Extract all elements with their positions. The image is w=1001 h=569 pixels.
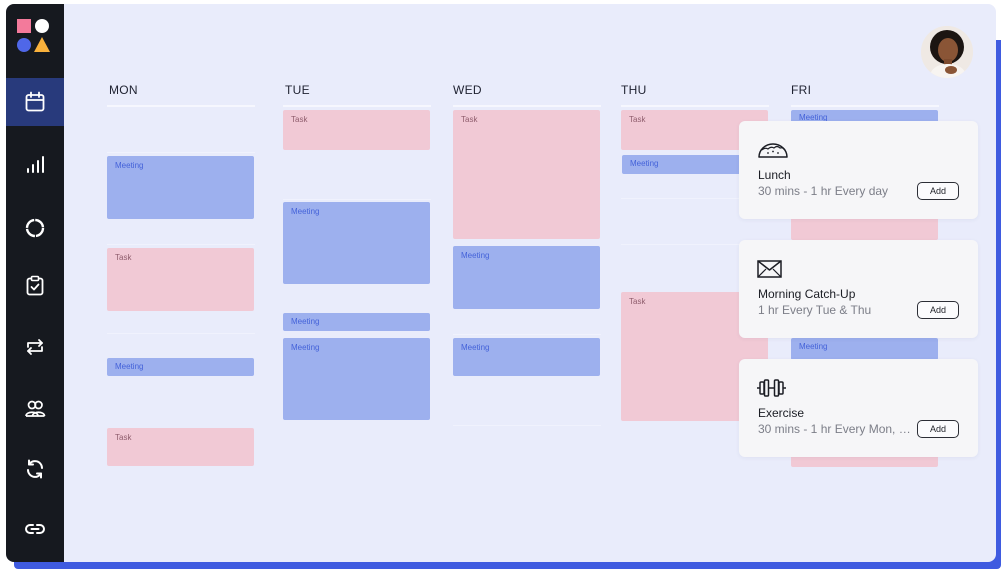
add-habit-button[interactable]: Add [917, 182, 959, 200]
divider [283, 199, 431, 200]
sidebar-item-tasks[interactable] [6, 262, 64, 310]
divider [283, 105, 431, 107]
calendar-event-task[interactable]: Task [283, 110, 430, 150]
day-header-wed: WED [453, 83, 482, 97]
calendar-event-task[interactable]: Task [453, 110, 600, 239]
calendar-event-task[interactable]: Task [107, 248, 254, 311]
app-logo [6, 4, 64, 76]
calendar-event-meeting[interactable]: Meeting [107, 358, 254, 376]
divider [791, 105, 939, 107]
divider [453, 105, 601, 107]
habit-card-morning-catch-up: Morning Catch-Up 1 hr Every Tue & Thu Ad… [739, 240, 978, 338]
habit-schedule: 30 mins - 1 hr Every day [758, 184, 889, 198]
divider [453, 334, 601, 335]
calendar-event-meeting[interactable]: Meeting [453, 338, 600, 376]
sidebar-item-reports[interactable] [6, 204, 64, 252]
day-header-thu: THU [621, 83, 647, 97]
taco-icon [758, 143, 788, 158]
sidebar-item-transfers[interactable] [6, 323, 64, 371]
link-icon [25, 524, 45, 534]
calendar-event-meeting[interactable]: Meeting [791, 338, 938, 360]
add-habit-button[interactable]: Add [917, 420, 959, 438]
habit-schedule: 1 hr Every Tue & Thu [758, 303, 872, 317]
sidebar-item-calendar[interactable] [6, 78, 64, 126]
divider [107, 244, 255, 245]
add-habit-button[interactable]: Add [917, 301, 959, 319]
bar-chart-icon [27, 156, 44, 173]
habit-card-lunch: Lunch 30 mins - 1 hr Every day Add [739, 121, 978, 219]
divider [621, 105, 769, 107]
calendar-icon [25, 91, 45, 112]
sidebar-item-team[interactable] [6, 384, 64, 432]
habit-title: Exercise [758, 406, 805, 420]
envelope-icon [757, 260, 782, 278]
calendar-event-meeting[interactable]: Meeting [107, 156, 254, 219]
sidebar [6, 4, 64, 562]
day-header-tue: TUE [285, 83, 310, 97]
habit-card-exercise: Exercise 30 mins - 1 hr Every Mon, W... … [739, 359, 978, 457]
day-header-mon: MON [109, 83, 138, 97]
divider [107, 105, 255, 107]
habit-title: Morning Catch-Up [758, 287, 856, 301]
clipboard-check-icon [26, 275, 44, 296]
calendar-event-meeting[interactable]: Meeting [283, 338, 430, 420]
calendar-event-meeting[interactable]: Meeting [283, 202, 430, 284]
divider [107, 152, 255, 153]
calendar-event-meeting[interactable]: Meeting [453, 246, 600, 309]
user-avatar[interactable] [921, 26, 973, 78]
users-icon [25, 400, 46, 417]
divider [107, 333, 255, 334]
day-header-fri: FRI [791, 83, 812, 97]
dumbbell-icon [757, 379, 786, 397]
habit-title: Lunch [758, 168, 791, 182]
habit-schedule: 30 mins - 1 hr Every Mon, W... [758, 422, 918, 436]
app-window: MON TUE WED THU FRI Meeting Task Meeting… [6, 4, 996, 562]
divider [453, 425, 601, 426]
sidebar-item-sync[interactable] [6, 445, 64, 493]
donut-chart-icon [25, 218, 45, 238]
sidebar-item-integrations[interactable] [6, 505, 64, 553]
swap-arrows-icon [27, 339, 43, 355]
calendar-event-meeting[interactable]: Meeting [283, 313, 430, 331]
sidebar-item-analytics[interactable] [6, 141, 64, 189]
sync-icon [27, 459, 43, 479]
calendar-event-task[interactable]: Task [107, 428, 254, 466]
